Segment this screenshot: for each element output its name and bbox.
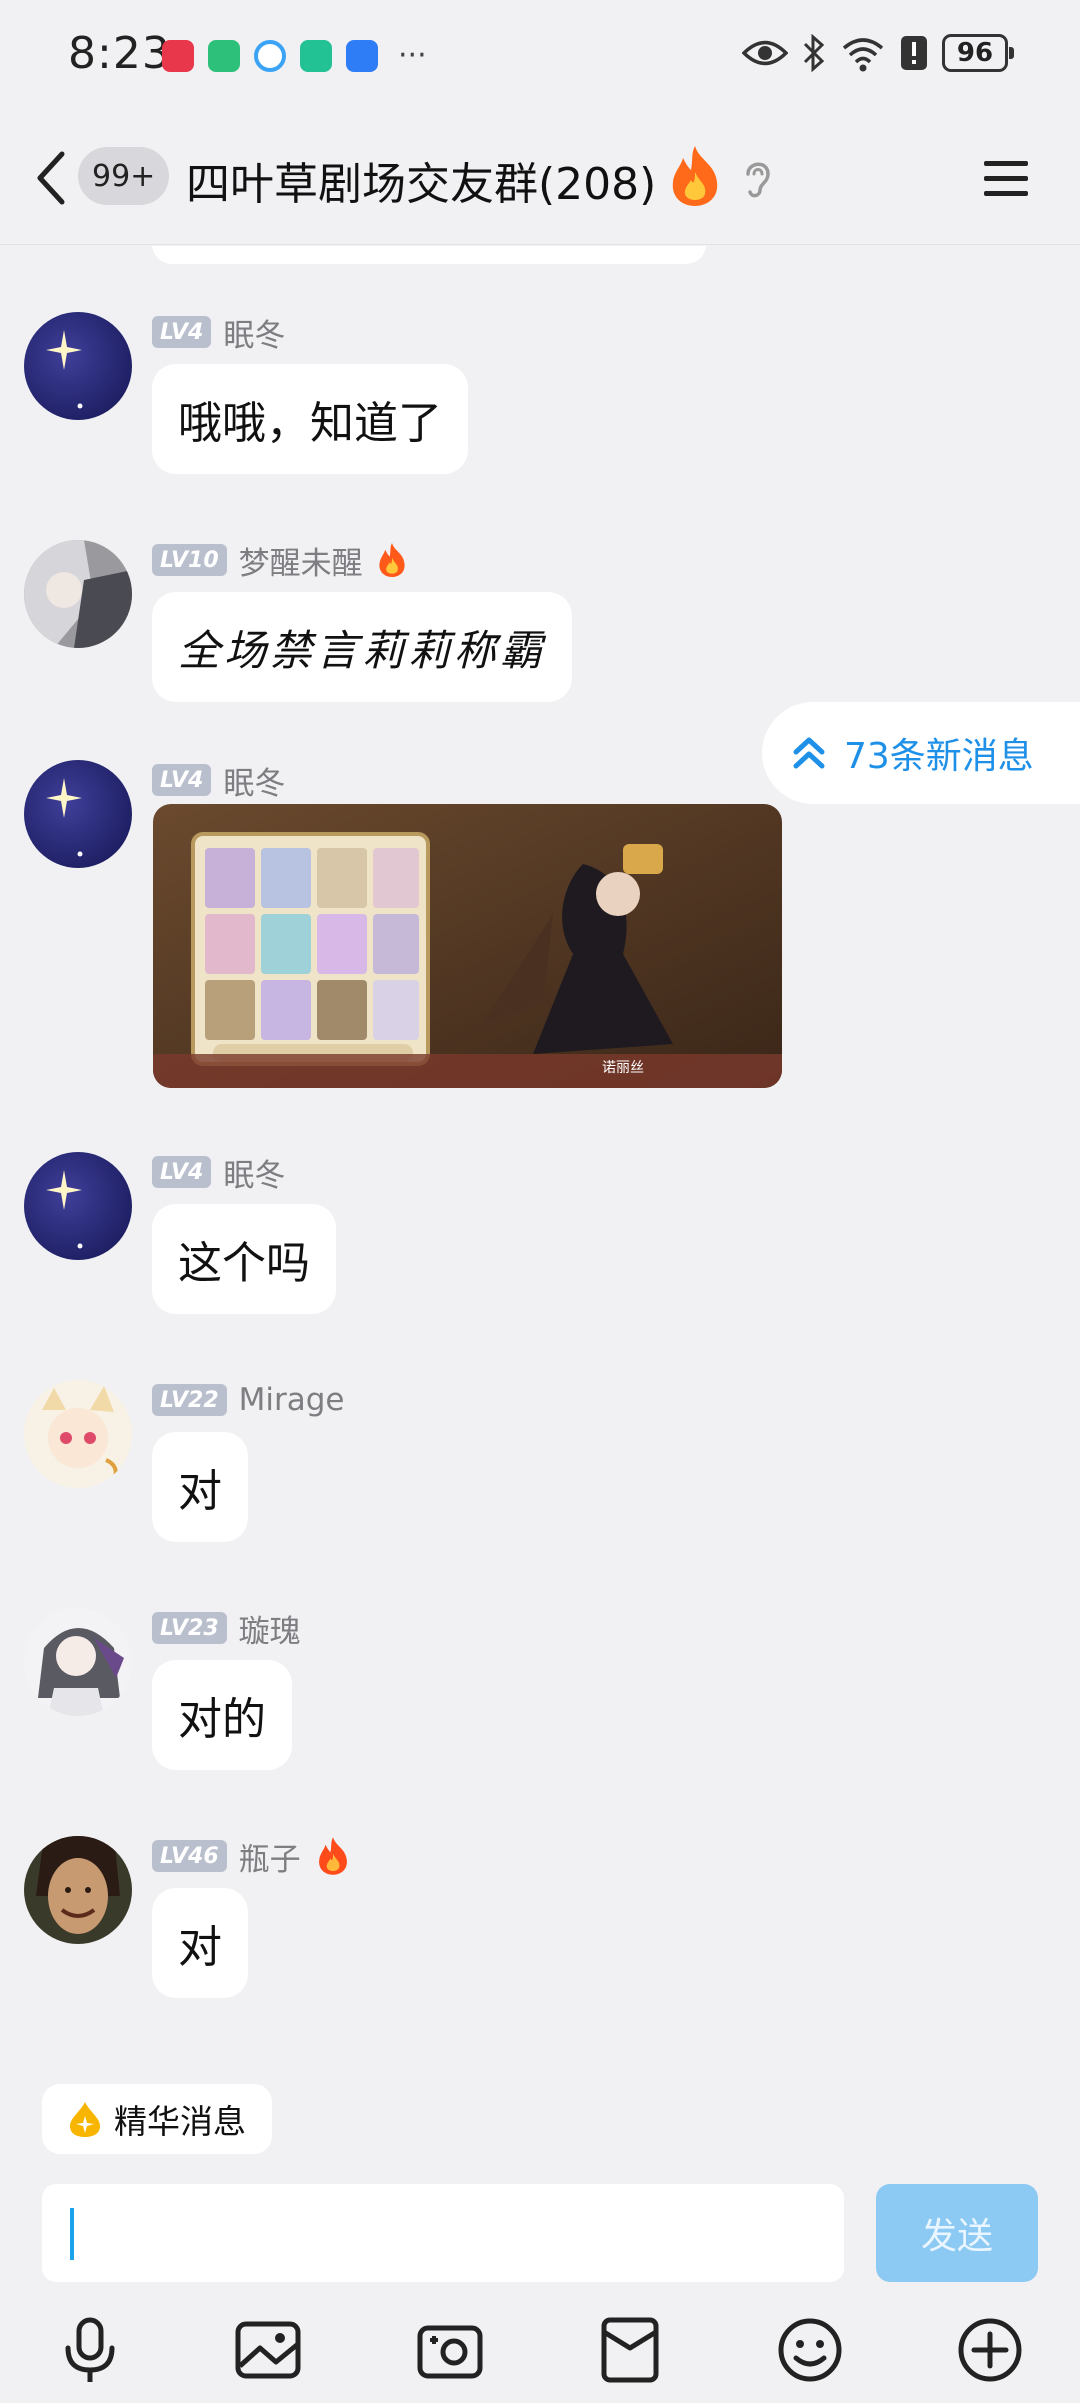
hourglass-app-icon xyxy=(208,40,240,72)
sender-name[interactable]: 眠冬 xyxy=(223,1150,285,1195)
message-input[interactable] xyxy=(42,2184,844,2282)
level-badge: LV10 xyxy=(152,544,227,576)
unread-count-badge[interactable]: 99+ xyxy=(78,147,170,205)
menu-icon[interactable] xyxy=(982,158,1030,200)
status-time: 8:23 xyxy=(68,28,171,79)
avatar[interactable] xyxy=(24,1608,132,1716)
avatar[interactable] xyxy=(24,1836,132,1944)
avatar[interactable] xyxy=(24,312,132,420)
fire-icon xyxy=(318,1837,347,1875)
message-meta: LV23 璇瑰 xyxy=(152,1606,301,1651)
message-bubble[interactable]: 这个吗 xyxy=(152,1204,336,1314)
double-chevron-up-icon xyxy=(793,737,825,769)
message-bubble[interactable]: 全场禁言莉莉称霸 xyxy=(152,592,573,702)
plus-icon[interactable] xyxy=(954,2314,1026,2386)
image-icon[interactable] xyxy=(232,2314,304,2386)
sender-name[interactable]: 瓶子 xyxy=(239,1834,301,1879)
sender-name[interactable]: 璇瑰 xyxy=(239,1606,301,1651)
fire-icon xyxy=(672,146,718,206)
sender-name[interactable]: 眠冬 xyxy=(223,310,285,355)
composer-toolbar xyxy=(0,2314,1080,2394)
star-avatar-image xyxy=(24,760,132,868)
ear-icon[interactable] xyxy=(740,156,776,200)
wifi-icon xyxy=(842,38,884,72)
essence-bar: 精华消息 xyxy=(0,2068,1080,2164)
message-meta: LV10 梦醒未醒 xyxy=(152,538,409,583)
level-badge: LV4 xyxy=(152,316,212,348)
level-badge: LV46 xyxy=(152,1840,227,1872)
avatar[interactable] xyxy=(24,1380,132,1488)
star-avatar-image xyxy=(24,1152,132,1260)
message-bubble[interactable]: 对 xyxy=(152,1432,248,1542)
level-badge: LV23 xyxy=(152,1612,227,1644)
group-title[interactable]: 四叶草剧场交友群(208) xyxy=(186,148,656,212)
message-meta: LV4 眠冬 xyxy=(152,1150,285,1195)
level-badge: LV22 xyxy=(152,1384,227,1416)
level-badge: LV4 xyxy=(152,764,212,796)
essence-label: 精华消息 xyxy=(114,2102,246,2141)
text-caret xyxy=(70,2208,74,2260)
battery-indicator: 96 xyxy=(942,34,1014,72)
essence-drop-icon xyxy=(70,2102,100,2137)
photo-avatar-image xyxy=(24,1836,132,1944)
message-meta: LV4 眠冬 xyxy=(152,310,285,355)
browser-app-icon xyxy=(254,40,286,72)
avatar[interactable] xyxy=(24,1152,132,1260)
foxgirl-avatar-image xyxy=(24,1380,132,1488)
chat-header: 99+ 四叶草剧场交友群(208) xyxy=(0,110,1080,245)
gothic-avatar-image xyxy=(24,1608,132,1716)
camera-icon[interactable] xyxy=(414,2314,486,2386)
upload-app-icon xyxy=(346,40,378,72)
fire-icon xyxy=(379,543,405,577)
message-meta: LV46 瓶子 xyxy=(152,1834,353,1879)
emoji-icon[interactable] xyxy=(774,2314,846,2386)
back-button[interactable] xyxy=(28,148,78,208)
image-caption: 诺丽丝 xyxy=(602,1060,644,1076)
avatar[interactable] xyxy=(24,760,132,868)
alert-icon xyxy=(901,36,927,70)
avatar[interactable] xyxy=(24,540,132,648)
anime-avatar-image xyxy=(24,540,132,648)
message-meta: LV22 Mirage xyxy=(152,1380,345,1420)
level-badge: LV4 xyxy=(152,1156,212,1188)
notification-icons: ··· xyxy=(162,40,427,72)
new-messages-button[interactable]: 73条新消息 xyxy=(762,702,1080,804)
message-list[interactable]: LV4 眠冬 哦哦，知道了 LV10 梦醒未醒 全场禁言莉莉称霸 LV4 眠冬 … xyxy=(0,246,1080,2066)
security-app-icon xyxy=(300,40,332,72)
composer: 发送 xyxy=(0,2164,1080,2403)
more-notifications-icon: ··· xyxy=(398,38,427,73)
star-avatar-image xyxy=(24,312,132,420)
sender-name[interactable]: 眠冬 xyxy=(223,758,285,803)
message-bubble[interactable]: 对 xyxy=(152,1888,248,1998)
previous-message-bubble[interactable] xyxy=(152,246,706,264)
image-message[interactable]: 诺丽丝 xyxy=(153,804,782,1088)
sender-name[interactable]: Mirage xyxy=(239,1382,345,1418)
message-meta: LV4 眠冬 xyxy=(152,758,285,803)
huawei-app-icon xyxy=(162,40,194,72)
eye-icon xyxy=(742,40,788,66)
microphone-icon[interactable] xyxy=(54,2314,126,2386)
essence-messages-button[interactable]: 精华消息 xyxy=(42,2084,272,2154)
red-packet-icon[interactable] xyxy=(594,2314,666,2386)
bluetooth-icon xyxy=(803,34,825,72)
status-bar: 8:23 ··· 96 xyxy=(0,0,1080,110)
send-button[interactable]: 发送 xyxy=(876,2184,1038,2282)
message-bubble[interactable]: 哦哦，知道了 xyxy=(152,364,468,474)
new-messages-label: 73条新消息 xyxy=(844,736,1034,777)
game-screenshot-image: 诺丽丝 xyxy=(153,804,782,1088)
system-icons: 96 xyxy=(742,34,1014,72)
sender-name[interactable]: 梦醒未醒 xyxy=(239,538,363,583)
message-bubble[interactable]: 对的 xyxy=(152,1660,292,1770)
